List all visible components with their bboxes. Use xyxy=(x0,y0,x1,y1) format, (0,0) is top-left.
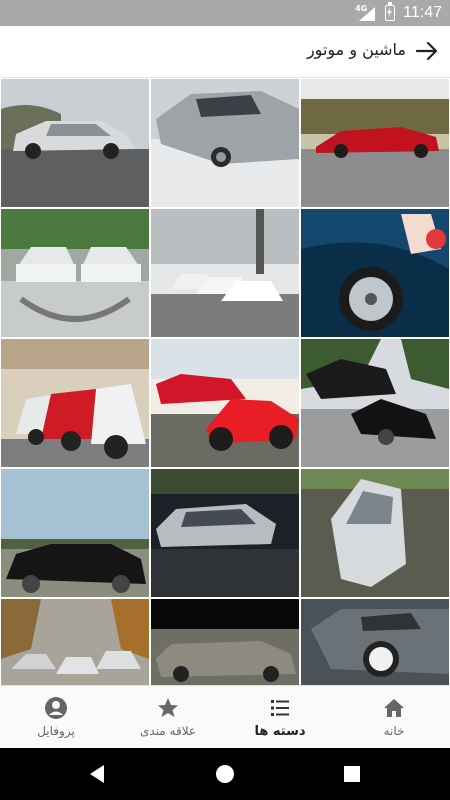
signal-icon: 4G xyxy=(355,4,377,21)
home-icon xyxy=(382,696,406,720)
bottom-navigation: پروفایل علاقه مندی دسته ها خانه xyxy=(0,685,450,748)
nav-home[interactable]: خانه xyxy=(338,686,450,749)
nav-categories-label: دسته ها xyxy=(254,724,306,739)
gallery-image[interactable] xyxy=(151,209,299,337)
battery-icon xyxy=(385,2,396,21)
nav-categories[interactable]: دسته ها xyxy=(224,686,336,749)
recents-square-icon[interactable] xyxy=(340,762,364,786)
image-grid[interactable] xyxy=(0,78,450,685)
profile-icon xyxy=(44,696,68,720)
gallery-image[interactable] xyxy=(301,209,449,337)
system-navigation-bar xyxy=(0,748,450,800)
nav-favorites-label: علاقه مندی xyxy=(139,724,197,738)
gallery-image[interactable] xyxy=(301,79,449,207)
home-circle-icon[interactable] xyxy=(213,762,237,786)
gallery-image[interactable] xyxy=(1,599,149,685)
gallery-image[interactable] xyxy=(151,469,299,597)
gallery-image[interactable] xyxy=(1,79,149,207)
gallery-image[interactable] xyxy=(301,469,449,597)
gallery-image[interactable] xyxy=(151,599,299,685)
gallery-image[interactable] xyxy=(1,209,149,337)
clock: 11:47 xyxy=(403,4,442,21)
gallery-image[interactable] xyxy=(1,339,149,467)
nav-favorites[interactable]: علاقه مندی xyxy=(112,686,224,749)
nav-profile-label: پروفایل xyxy=(37,724,75,738)
page-title: ماشین و موتور xyxy=(306,40,406,59)
gallery-image[interactable] xyxy=(151,79,299,207)
status-bar: 4G 11:47 xyxy=(0,0,450,26)
back-triangle-icon[interactable] xyxy=(86,762,110,786)
gallery-image[interactable] xyxy=(1,469,149,597)
gallery-image[interactable] xyxy=(301,339,449,467)
network-type: 4G xyxy=(355,4,368,13)
list-icon xyxy=(268,696,292,720)
gallery-image[interactable] xyxy=(151,339,299,467)
nav-profile[interactable]: پروفایل xyxy=(0,686,112,749)
star-icon xyxy=(156,696,180,720)
nav-home-label: خانه xyxy=(383,724,405,738)
gallery-image[interactable] xyxy=(301,599,449,685)
app-bar: ماشین و موتور xyxy=(0,26,450,78)
back-arrow-icon[interactable] xyxy=(414,38,440,64)
